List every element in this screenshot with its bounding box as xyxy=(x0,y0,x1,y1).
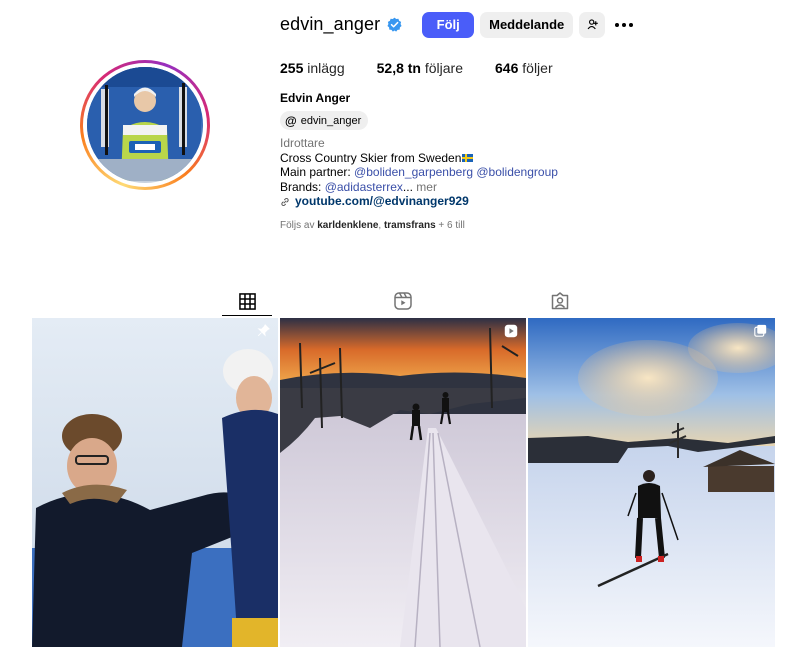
profile-header-row: edvin_anger Följ Meddelande xyxy=(280,11,634,38)
post-image xyxy=(528,318,775,647)
pin-icon xyxy=(257,324,270,337)
grid-icon xyxy=(238,292,256,310)
add-person-icon xyxy=(587,19,598,30)
mention-link[interactable]: @adidasterrex xyxy=(325,180,403,194)
post-thumbnail[interactable] xyxy=(528,318,775,647)
profile-username: edvin_anger xyxy=(280,14,381,34)
profile-full-name: Edvin Anger xyxy=(280,91,351,105)
reels-icon xyxy=(394,292,412,310)
profile-category: Idrottare xyxy=(280,136,325,150)
post-image xyxy=(32,318,278,647)
bio-line: Cross Country Skier from Sweden xyxy=(280,151,558,166)
tab-tagged[interactable] xyxy=(535,286,585,316)
verified-badge-icon xyxy=(387,17,402,32)
bio-more-button[interactable]: mer xyxy=(413,180,437,194)
stat-followers[interactable]: 52,8 tn följare xyxy=(377,60,463,76)
threads-icon: @ xyxy=(285,113,297,128)
followed-by-prefix: Följs av xyxy=(280,220,318,231)
tagged-icon xyxy=(551,292,569,310)
follow-button[interactable]: Följ xyxy=(422,11,475,38)
message-button[interactable]: Meddelande xyxy=(480,11,574,38)
profile-tabs xyxy=(0,286,800,316)
followed-by[interactable]: Följs av karldenklene, tramsfrans + 6 ti… xyxy=(280,220,465,231)
threads-badge[interactable]: @ edvin_anger xyxy=(280,111,369,130)
carousel-icon xyxy=(754,324,767,337)
mention-link[interactable]: @boliden_garpenberg xyxy=(354,165,473,179)
more-options-icon[interactable] xyxy=(615,22,634,27)
avatar-photo xyxy=(87,67,201,181)
mention-link[interactable]: @bolidengroup xyxy=(476,165,558,179)
bio-brands-prefix: Brands: xyxy=(280,179,325,194)
reel-icon xyxy=(504,324,518,338)
bio-ellipsis: ... xyxy=(402,179,413,194)
stat-followers-value: 52,8 tn xyxy=(376,60,421,76)
threads-handle: edvin_anger xyxy=(300,114,362,127)
followed-by-user: tramsfrans xyxy=(383,220,436,231)
suggest-users-button[interactable] xyxy=(579,11,606,38)
bio-partner-prefix: Main partner: xyxy=(280,165,355,180)
profile-stats: 255 inlägg 52,8 tn följare 646 följer xyxy=(280,60,585,76)
posts-grid xyxy=(32,318,775,647)
sweden-flag-icon xyxy=(462,153,474,162)
external-link[interactable]: youtube.com/@edvinanger929 xyxy=(280,194,558,209)
bio-line-text: Cross Country Skier from Sweden xyxy=(280,150,462,165)
post-thumbnail[interactable] xyxy=(280,318,526,647)
external-link-text: youtube.com/@edvinanger929 xyxy=(295,194,469,209)
bio-brands-line: Brands: @adidasterrex... mer xyxy=(280,180,558,195)
story-ring[interactable] xyxy=(80,60,210,190)
stat-posts: 255 inlägg xyxy=(280,60,345,76)
stat-posts-label: inlägg xyxy=(307,60,345,76)
followed-by-user: karldenklene xyxy=(317,220,379,231)
post-image xyxy=(280,318,526,647)
stat-following-label: följer xyxy=(522,60,553,76)
avatar[interactable] xyxy=(87,67,203,183)
stat-following-value: 646 xyxy=(495,60,519,76)
followed-by-suffix: + 6 till xyxy=(435,220,465,231)
stat-followers-label: följare xyxy=(424,60,464,76)
avatar-border xyxy=(83,63,207,187)
stat-following[interactable]: 646 följer xyxy=(495,60,553,76)
link-icon xyxy=(281,197,289,206)
bio-partner-line: Main partner: @boliden_garpenberg @bolid… xyxy=(280,165,558,180)
tab-reels[interactable] xyxy=(378,286,428,316)
tab-posts[interactable] xyxy=(222,286,272,316)
stat-posts-value: 255 xyxy=(280,60,304,76)
post-thumbnail[interactable] xyxy=(32,318,278,647)
profile-bio: Idrottare Cross Country Skier from Swede… xyxy=(280,136,558,209)
